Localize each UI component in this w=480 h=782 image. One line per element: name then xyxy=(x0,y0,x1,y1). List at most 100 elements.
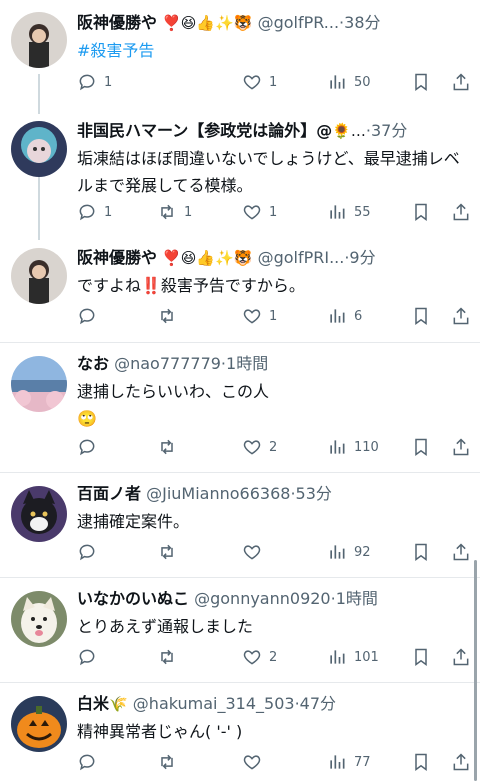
share-icon xyxy=(453,203,469,221)
like-button[interactable]: 1 xyxy=(242,197,277,227)
share-button[interactable] xyxy=(451,301,471,331)
handle[interactable]: @gonnyann0920 xyxy=(194,589,331,608)
repost-icon xyxy=(161,204,173,220)
bookmark-button[interactable] xyxy=(411,67,431,97)
avatar[interactable] xyxy=(11,486,67,542)
heart-icon xyxy=(243,309,261,324)
timestamp[interactable]: 38分 xyxy=(344,13,380,32)
avatar[interactable] xyxy=(11,12,67,68)
reply-button[interactable] xyxy=(77,537,97,567)
views-button[interactable]: 6 xyxy=(327,301,362,331)
reply-icon xyxy=(79,754,95,771)
tweet-actions: 1 1 50 xyxy=(77,67,480,97)
repost-icon xyxy=(161,544,173,560)
share-button[interactable] xyxy=(451,67,471,97)
timestamp[interactable]: 37分 xyxy=(371,121,407,140)
repost-button[interactable] xyxy=(157,301,177,331)
bookmark-button[interactable] xyxy=(411,197,431,227)
views-button[interactable]: 110 xyxy=(327,432,379,462)
reply-button[interactable] xyxy=(77,301,97,331)
display-name[interactable]: 非国民ハマーン【参政党は論外】@ xyxy=(77,121,332,140)
share-icon xyxy=(453,648,469,666)
reply-button[interactable]: 1 xyxy=(77,67,112,97)
reply-button[interactable] xyxy=(77,432,97,462)
display-name[interactable]: 百面ノ者 xyxy=(77,484,141,503)
handle[interactable]: @JiuMianno66368 xyxy=(146,484,290,503)
tweet[interactable]: 白米🌾 @hakumai_314_503·47分 精神異常者じゃん( '-' )… xyxy=(0,682,480,782)
share-button[interactable] xyxy=(451,747,471,777)
repost-button[interactable]: 1 xyxy=(157,197,192,227)
bookmark-button[interactable] xyxy=(411,747,431,777)
like-count: 2 xyxy=(269,649,278,665)
like-button[interactable]: 1 xyxy=(242,301,277,331)
display-name[interactable]: なお xyxy=(77,354,109,373)
handle[interactable]: @hakumai_314_503 xyxy=(133,694,295,713)
name-emojis: ❣️😆👍✨🐯 xyxy=(162,249,253,267)
bookmark-icon xyxy=(415,753,427,771)
avatar[interactable] xyxy=(11,591,67,647)
scrollbar[interactable] xyxy=(474,560,477,781)
handle[interactable]: @golfPRI... xyxy=(258,248,345,267)
avatar[interactable] xyxy=(11,356,67,412)
tweet[interactable]: なお @nao777779·1時間 逮捕したらいいわ、この人 🙄 2 110 xyxy=(0,342,480,473)
bookmark-button[interactable] xyxy=(411,642,431,672)
reply-button[interactable] xyxy=(77,747,97,777)
tweet[interactable]: 阪神優勝や ❣️😆👍✨🐯 @golfPRI...·9分 ですよね‼️殺害予告です… xyxy=(0,241,480,342)
timestamp[interactable]: 1時間 xyxy=(226,354,268,373)
handle[interactable]: @golfPR... xyxy=(258,13,339,32)
reply-button[interactable]: 1 xyxy=(77,197,112,227)
tweet[interactable]: 非国民ハマーン【参政党は論外】@🌻…·37分 垢凍結はほぼ間違いないでしょうけど… xyxy=(0,108,480,241)
views-button[interactable]: 50 xyxy=(327,67,371,97)
repost-button[interactable] xyxy=(157,432,177,462)
bookmark-button[interactable] xyxy=(411,537,431,567)
tweet-actions: 77 xyxy=(77,747,480,777)
heart-icon xyxy=(243,440,261,455)
tweet-text: #殺害予告 xyxy=(77,37,466,64)
tweet-actions: 1 1 1 55 xyxy=(77,197,480,227)
bookmark-button[interactable] xyxy=(411,301,431,331)
like-button[interactable]: 2 xyxy=(242,642,277,672)
views-button[interactable]: 55 xyxy=(327,197,371,227)
repost-button[interactable] xyxy=(157,747,177,777)
reply-count: 1 xyxy=(104,204,113,220)
display-name[interactable]: 阪神優勝や xyxy=(77,13,157,32)
like-count: 1 xyxy=(269,308,278,324)
like-button[interactable] xyxy=(242,537,262,567)
views-count: 6 xyxy=(354,308,363,324)
avatar[interactable] xyxy=(11,121,67,177)
bookmark-button[interactable] xyxy=(411,432,431,462)
display-name[interactable]: 阪神優勝や xyxy=(77,248,157,267)
views-button[interactable]: 101 xyxy=(327,642,379,672)
handle[interactable]: @nao777779 xyxy=(114,354,221,373)
tweet-header: 百面ノ者 @JiuMianno66368·53分 xyxy=(77,481,472,507)
timestamp[interactable]: 53分 xyxy=(296,484,332,503)
share-button[interactable] xyxy=(451,432,471,462)
share-button[interactable] xyxy=(451,537,471,567)
repost-icon xyxy=(161,308,173,324)
views-count: 50 xyxy=(354,74,371,90)
timestamp[interactable]: 1時間 xyxy=(336,589,378,608)
share-button[interactable] xyxy=(451,197,471,227)
bookmark-icon xyxy=(415,73,427,91)
repost-button[interactable] xyxy=(157,537,177,567)
views-icon xyxy=(330,545,345,559)
tweet[interactable]: いなかのいぬこ @gonnyann0920·1時間 とりあえず通報しました 2 … xyxy=(0,577,480,683)
display-name[interactable]: 白米 xyxy=(77,694,109,713)
views-count: 101 xyxy=(354,649,379,665)
share-button[interactable] xyxy=(451,642,471,672)
views-button[interactable]: 92 xyxy=(327,537,371,567)
like-button[interactable] xyxy=(242,747,262,777)
hashtag-link[interactable]: #殺害予告 xyxy=(77,41,154,60)
like-button[interactable]: 1 xyxy=(242,67,277,97)
reply-button[interactable] xyxy=(77,642,97,672)
like-button[interactable]: 2 xyxy=(242,432,277,462)
avatar[interactable] xyxy=(11,696,67,752)
timestamp[interactable]: 9分 xyxy=(349,248,375,267)
timestamp[interactable]: 47分 xyxy=(300,694,336,713)
views-button[interactable]: 77 xyxy=(327,747,371,777)
repost-button[interactable] xyxy=(157,642,177,672)
display-name[interactable]: いなかのいぬこ xyxy=(77,589,189,608)
avatar[interactable] xyxy=(11,248,67,304)
tweet[interactable]: 百面ノ者 @JiuMianno66368·53分 逮捕確定案件。 92 xyxy=(0,472,480,578)
tweet[interactable]: 阪神優勝や ❣️😆👍✨🐯 @golfPR...·38分 #殺害予告 1 1 50 xyxy=(0,0,480,108)
